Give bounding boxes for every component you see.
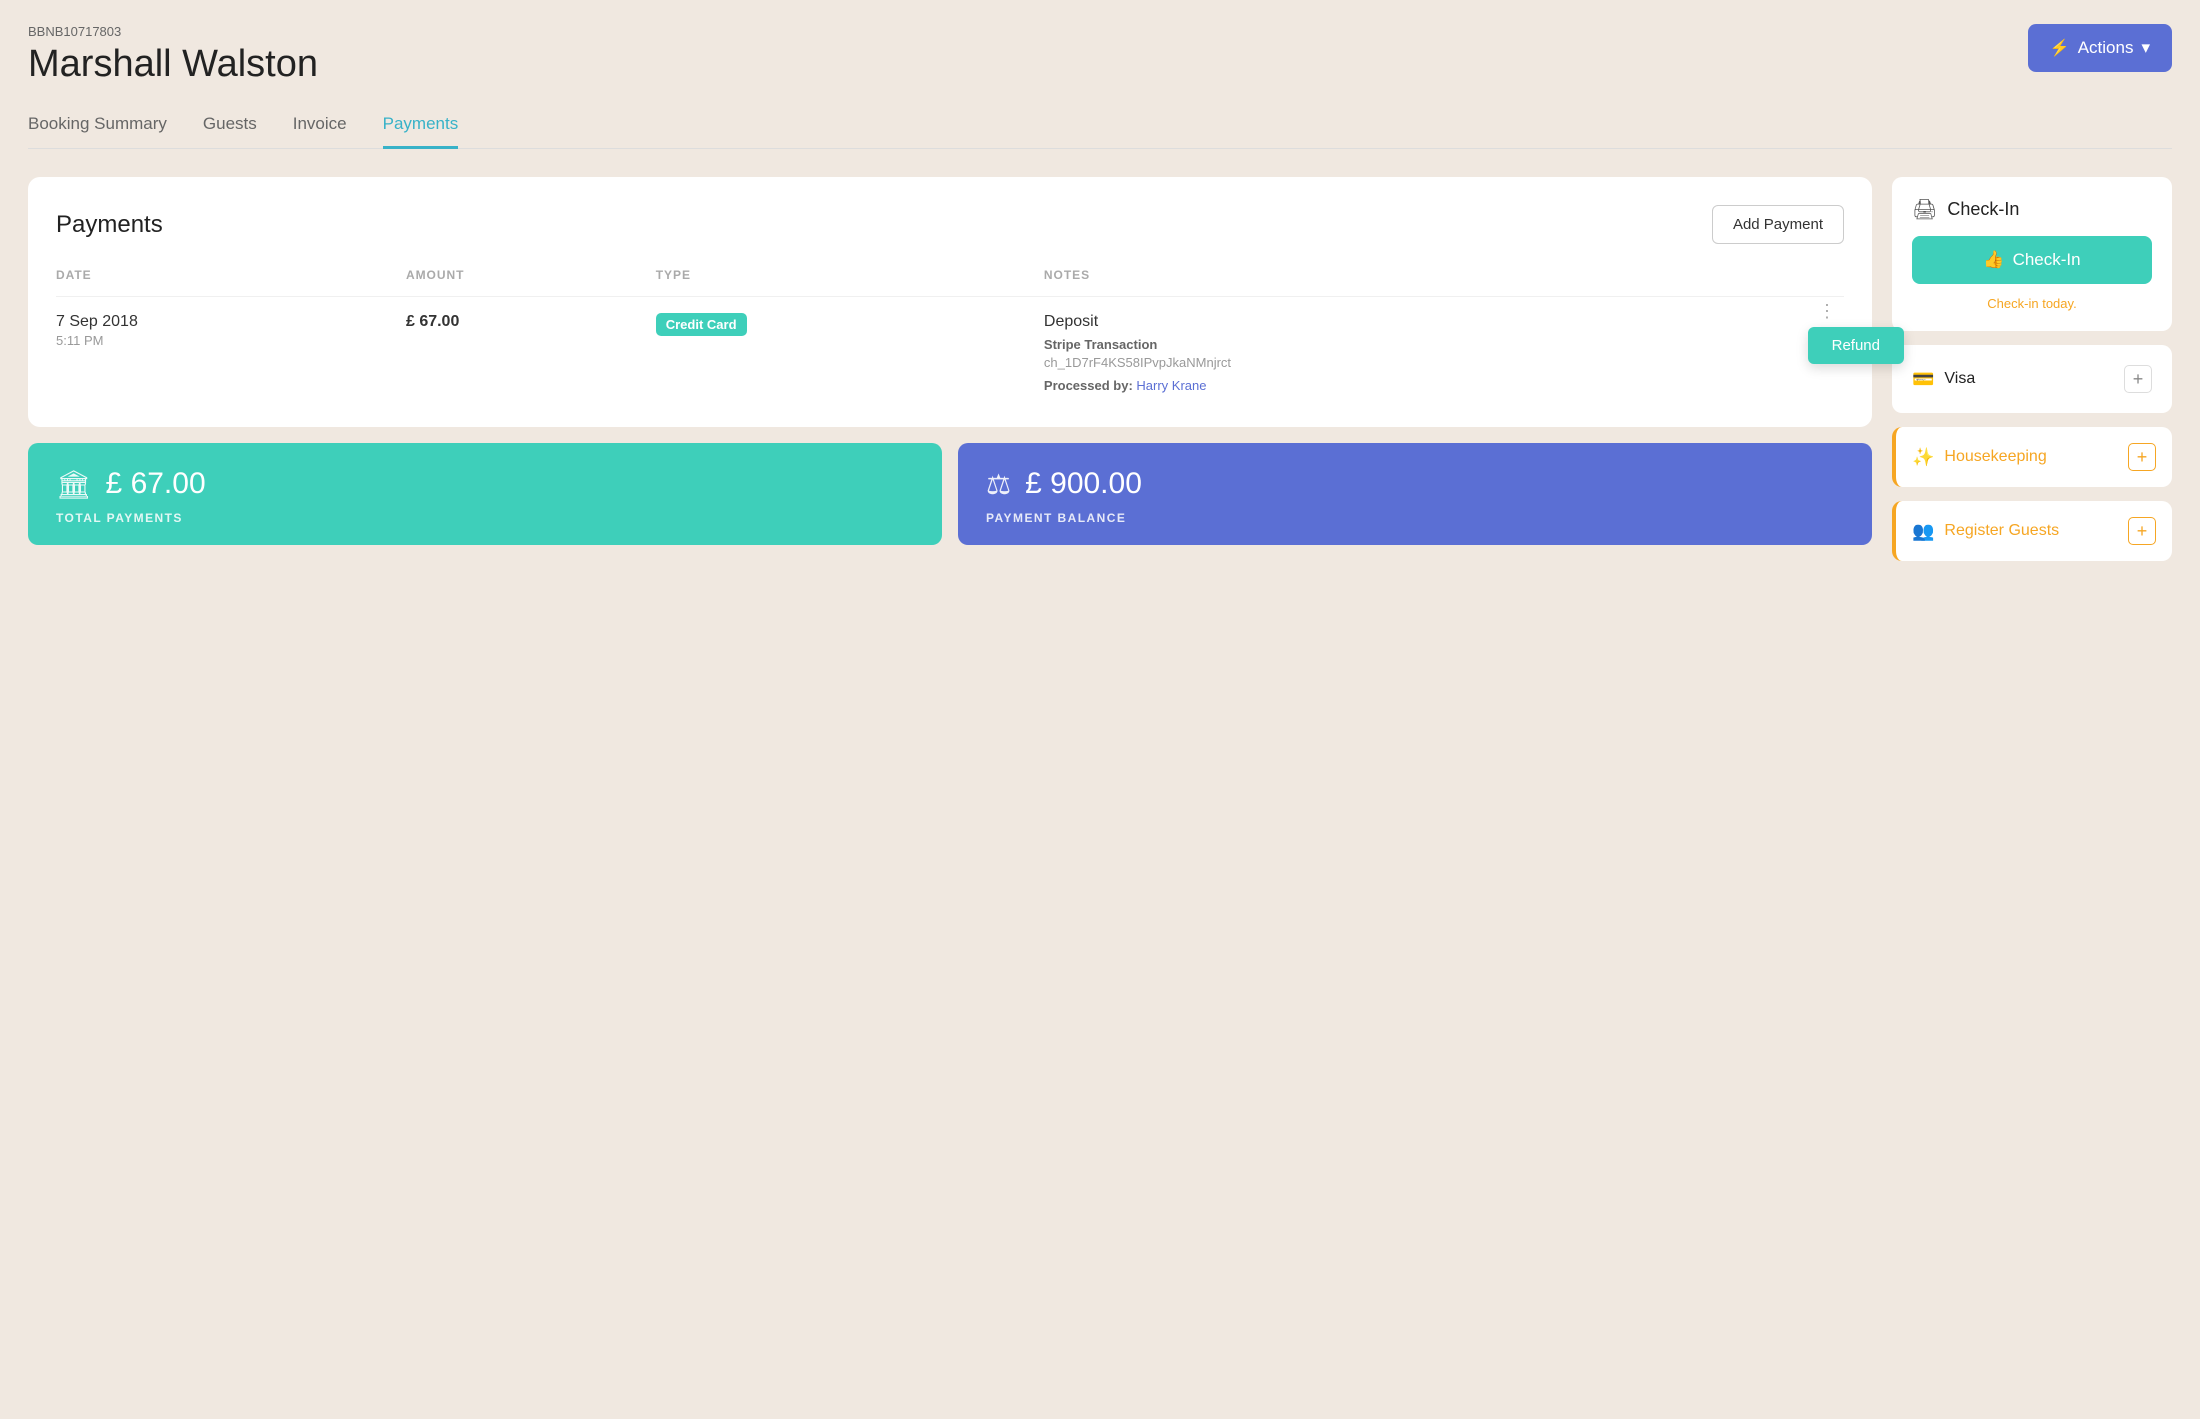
col-notes: NOTES — [1044, 268, 1844, 297]
register-guests-add-button[interactable]: + — [2128, 517, 2156, 545]
page-header: BBNB10717803 Marshall Walston ⚡ Actions … — [28, 24, 2172, 86]
payment-balance-amount: £ 900.00 — [1025, 467, 1142, 501]
right-column: 🖨 Check-In 👍 Check-In Check-in today. 💳 … — [1892, 177, 2172, 561]
payments-card: Payments Add Payment DATE AMOUNT TYPE NO… — [28, 177, 1872, 427]
booking-id: BBNB10717803 — [28, 24, 318, 39]
processed-by-link[interactable]: Harry Krane — [1136, 378, 1206, 393]
visa-label: Visa — [1944, 370, 1975, 388]
tab-booking-summary[interactable]: Booking Summary — [28, 114, 167, 149]
notes-txn: ch_1D7rF4KS58IPvpJkaNMnjrct — [1044, 355, 1264, 370]
add-payment-button[interactable]: Add Payment — [1712, 205, 1844, 244]
housekeeping-add-button[interactable]: + — [2128, 443, 2156, 471]
notes-stripe-label: Stripe Transaction — [1044, 337, 1844, 352]
housekeeping-label: Housekeeping — [1944, 448, 2046, 466]
col-amount: AMOUNT — [406, 268, 656, 297]
payments-card-header: Payments Add Payment — [56, 205, 1844, 244]
row-menu-button[interactable]: ⋮ — [1810, 297, 1844, 326]
actions-label: Actions — [2078, 38, 2134, 58]
chevron-down-icon: ▾ — [2141, 38, 2150, 58]
payment-date-cell: 7 Sep 2018 5:11 PM — [56, 297, 406, 400]
total-payments-label: TOTAL PAYMENTS — [56, 511, 914, 525]
payment-amount: £ 67.00 — [406, 313, 656, 331]
housekeeping-icon: ✨ — [1912, 447, 1934, 468]
scales-icon: ⚖ — [986, 468, 1011, 501]
checkin-today-text: Check-in today. — [1912, 296, 2152, 311]
left-column: Payments Add Payment DATE AMOUNT TYPE NO… — [28, 177, 1872, 545]
total-payments-card: 🏛 £ 67.00 TOTAL PAYMENTS — [28, 443, 942, 545]
summary-cards: 🏛 £ 67.00 TOTAL PAYMENTS ⚖ £ 900.00 PAYM… — [28, 443, 1872, 545]
register-guests-icon: 👥 — [1912, 521, 1934, 542]
table-row: 7 Sep 2018 5:11 PM £ 67.00 Credit Card D… — [56, 297, 1844, 400]
actions-button[interactable]: ⚡ Actions ▾ — [2028, 24, 2172, 72]
register-guests-card: 👥 Register Guests + — [1892, 501, 2172, 561]
payment-notes-cell: Deposit Stripe Transaction ch_1D7rF4KS58… — [1044, 297, 1844, 400]
header-left: BBNB10717803 Marshall Walston — [28, 24, 318, 86]
payment-date: 7 Sep 2018 — [56, 313, 406, 331]
checkin-stamp-icon: 🖨 — [1912, 197, 1937, 222]
payment-balance-label: PAYMENT BALANCE — [986, 511, 1844, 525]
housekeeping-card: ✨ Housekeeping + — [1892, 427, 2172, 487]
checkin-card: 🖨 Check-In 👍 Check-In Check-in today. — [1892, 177, 2172, 331]
checkin-card-title: Check-In — [1947, 199, 2019, 220]
checkin-button[interactable]: 👍 Check-In — [1912, 236, 2152, 284]
tab-guests[interactable]: Guests — [203, 114, 257, 149]
tab-bar: Booking Summary Guests Invoice Payments — [28, 114, 2172, 149]
col-date: DATE — [56, 268, 406, 297]
tab-invoice[interactable]: Invoice — [293, 114, 347, 149]
payment-type-badge: Credit Card — [656, 313, 747, 336]
notes-processed: Processed by: Harry Krane — [1044, 378, 1844, 393]
tab-payments[interactable]: Payments — [383, 114, 459, 149]
register-guests-label: Register Guests — [1944, 522, 2059, 540]
refund-dropdown[interactable]: Refund — [1808, 327, 1904, 364]
notes-title: Deposit — [1044, 313, 1844, 331]
guest-name: Marshall Walston — [28, 43, 318, 86]
payment-time: 5:11 PM — [56, 333, 406, 348]
main-layout: Payments Add Payment DATE AMOUNT TYPE NO… — [28, 177, 2172, 561]
col-type: TYPE — [656, 268, 1044, 297]
checkin-today-highlight: today — [2042, 296, 2073, 311]
payment-type-cell: Credit Card — [656, 297, 1044, 400]
bolt-icon: ⚡ — [2050, 38, 2070, 58]
thumbsup-icon: 👍 — [1983, 250, 2004, 270]
payments-card-title: Payments — [56, 211, 163, 239]
visa-add-button[interactable]: + — [2124, 365, 2152, 393]
payments-table: DATE AMOUNT TYPE NOTES 7 Sep 2018 5:11 P… — [56, 268, 1844, 399]
visa-card-icon: 💳 — [1912, 369, 1934, 390]
bank-icon: 🏛 — [56, 468, 92, 501]
visa-card: 💳 Visa + — [1892, 345, 2172, 413]
total-payments-amount: £ 67.00 — [106, 467, 206, 501]
payment-balance-card: ⚖ £ 900.00 PAYMENT BALANCE — [958, 443, 1872, 545]
payment-amount-cell: £ 67.00 — [406, 297, 656, 400]
